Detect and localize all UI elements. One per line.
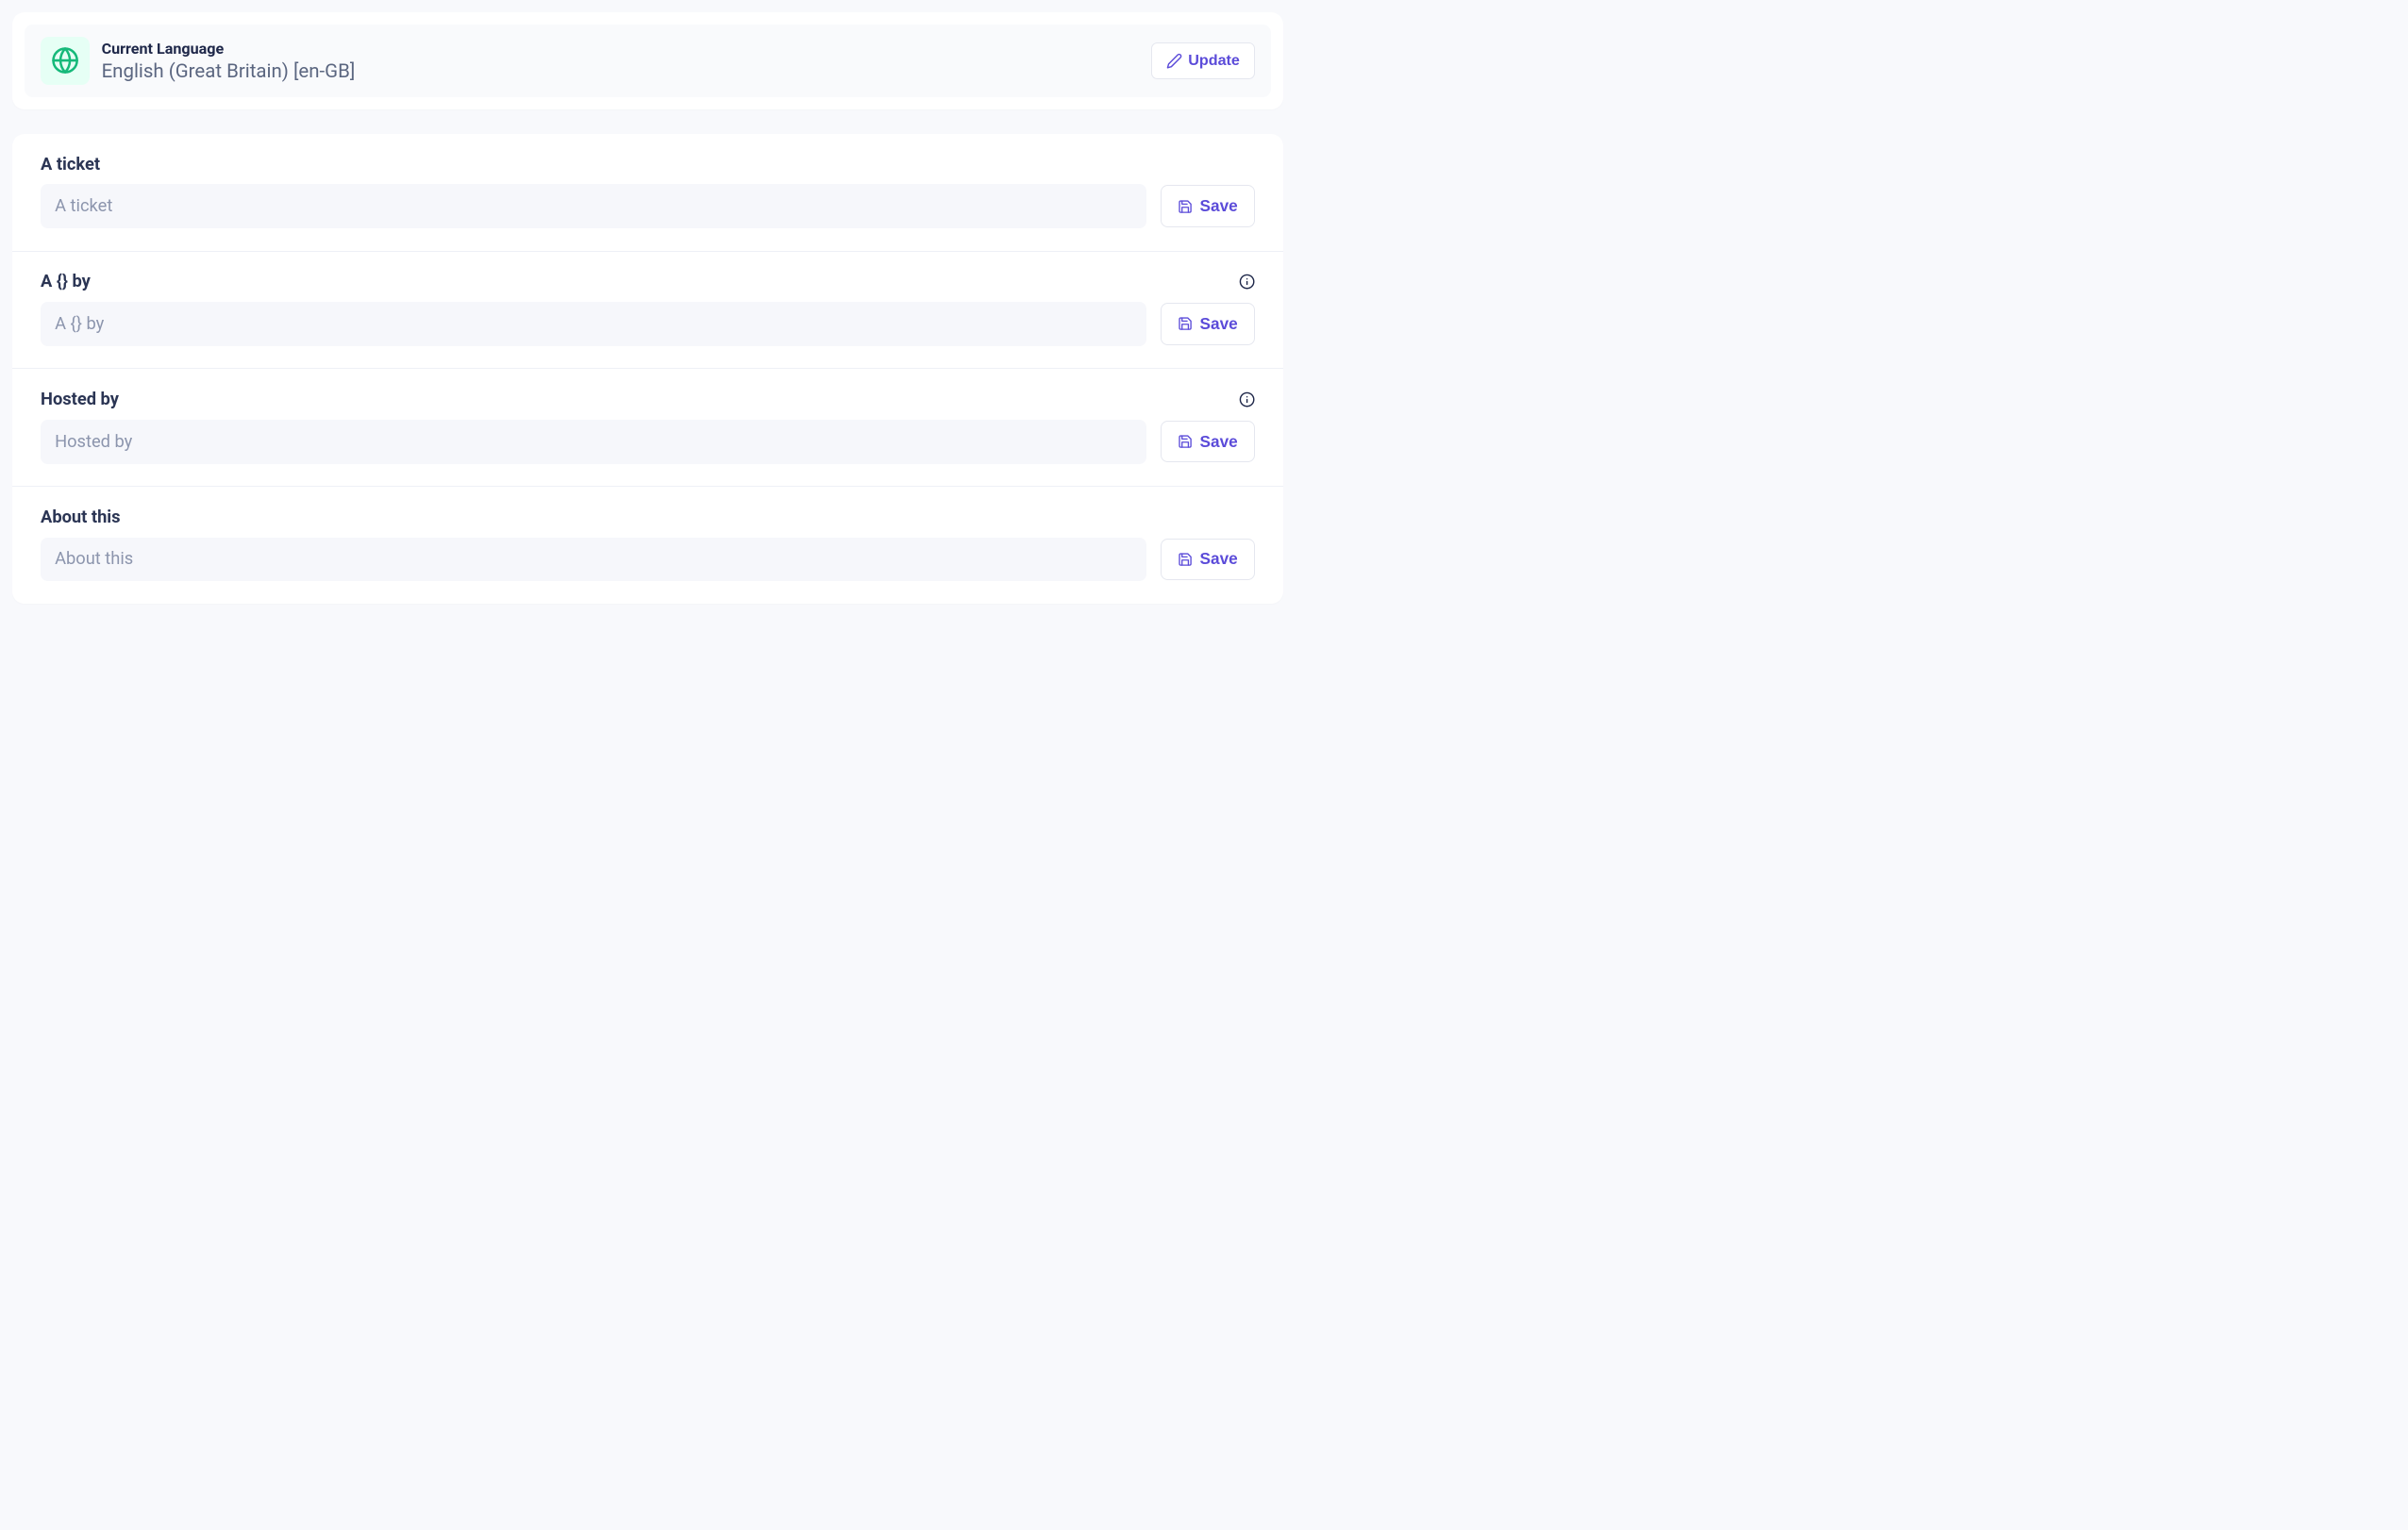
row-label: A ticket <box>41 155 100 175</box>
translation-input[interactable] <box>41 184 1146 228</box>
save-button[interactable]: Save <box>1161 539 1255 581</box>
save-button-label: Save <box>1200 549 1238 569</box>
row-label: Hosted by <box>41 390 119 409</box>
translation-row: Hosted by Save <box>12 369 1283 487</box>
translation-row: About this Save <box>12 487 1283 604</box>
save-button[interactable]: Save <box>1161 185 1255 227</box>
globe-icon <box>51 46 79 75</box>
update-button[interactable]: Update <box>1151 42 1255 78</box>
translation-row: A ticket Save <box>12 134 1283 252</box>
translation-row: A {} by Save <box>12 252 1283 370</box>
language-value: English (Great Britain) [en-GB] <box>102 59 356 82</box>
row-body: Save <box>41 302 1255 346</box>
save-button-label: Save <box>1200 196 1238 216</box>
row-header: A {} by <box>41 272 1255 291</box>
translation-input[interactable] <box>41 538 1146 582</box>
save-button-label: Save <box>1200 432 1238 452</box>
translations-card: A ticket Save A {} by <box>12 134 1283 604</box>
row-header: About this <box>41 507 1255 527</box>
language-text: Current Language English (Great Britain)… <box>102 40 356 82</box>
save-icon <box>1178 552 1193 567</box>
row-header: A ticket <box>41 155 1255 175</box>
translation-input[interactable] <box>41 302 1146 346</box>
save-icon <box>1178 434 1193 449</box>
info-icon[interactable] <box>1239 391 1255 407</box>
row-body: Save <box>41 184 1255 228</box>
save-icon <box>1178 316 1193 331</box>
language-card: Current Language English (Great Britain)… <box>12 12 1283 109</box>
row-body: Save <box>41 420 1255 464</box>
translation-input[interactable] <box>41 420 1146 464</box>
save-button[interactable]: Save <box>1161 303 1255 345</box>
globe-icon-box <box>41 37 90 86</box>
save-icon <box>1178 199 1193 214</box>
language-info: Current Language English (Great Britain)… <box>41 37 355 86</box>
save-button-label: Save <box>1200 314 1238 334</box>
row-label: About this <box>41 507 121 527</box>
language-label: Current Language <box>102 40 356 58</box>
pencil-icon <box>1166 53 1182 69</box>
save-button[interactable]: Save <box>1161 421 1255 463</box>
language-panel: Current Language English (Great Britain)… <box>25 25 1271 97</box>
row-header: Hosted by <box>41 390 1255 409</box>
row-body: Save <box>41 538 1255 582</box>
row-label: A {} by <box>41 272 91 291</box>
update-button-label: Update <box>1188 52 1240 70</box>
info-icon[interactable] <box>1239 274 1255 290</box>
